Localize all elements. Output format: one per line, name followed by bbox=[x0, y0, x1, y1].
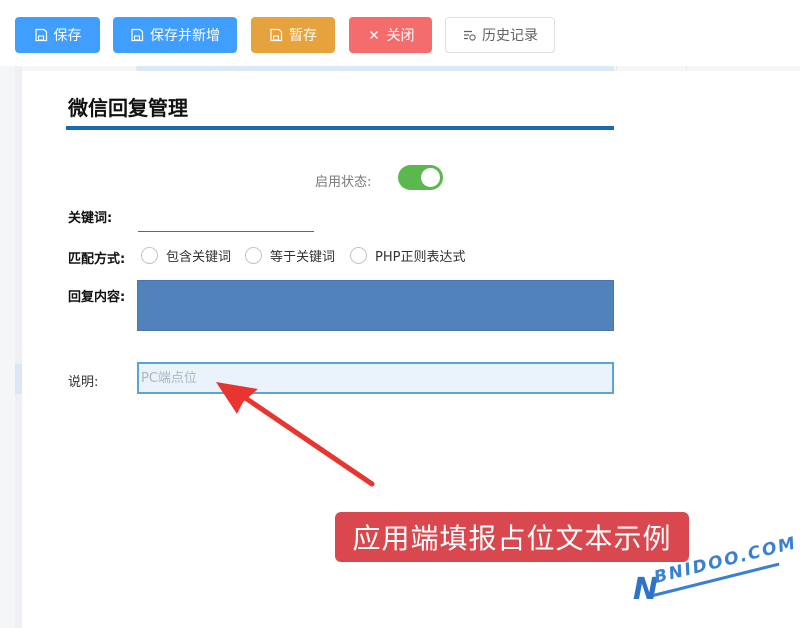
left-scroll-strip bbox=[15, 66, 22, 628]
keyword-label: 关键词: bbox=[68, 211, 113, 226]
description-input[interactable] bbox=[137, 362, 614, 394]
app-window: 保存 保存并新增 暂存 关闭 历史记录 微信回复管理 启用状态: 关键词: 匹配… bbox=[0, 0, 800, 628]
description-label: 说明: bbox=[68, 375, 99, 390]
save-and-new-button[interactable]: 保存并新增 bbox=[113, 17, 237, 53]
save-button-label: 保存 bbox=[53, 28, 82, 44]
draft-button[interactable]: 暂存 bbox=[251, 17, 335, 53]
match-option-label: 包含关键词 bbox=[166, 249, 232, 265]
history-button[interactable]: 历史记录 bbox=[445, 17, 555, 53]
toggle-knob bbox=[421, 168, 440, 187]
status-label: 启用状态: bbox=[315, 175, 372, 190]
close-icon bbox=[369, 31, 378, 39]
match-option-equals[interactable]: 等于关键词 bbox=[245, 246, 336, 265]
reply-label: 回复内容: bbox=[68, 290, 126, 305]
title-underline bbox=[66, 126, 614, 130]
page-title: 微信回复管理 bbox=[68, 96, 188, 120]
save-icon bbox=[34, 28, 47, 42]
status-toggle[interactable] bbox=[398, 165, 443, 190]
save-button[interactable]: 保存 bbox=[15, 17, 100, 53]
close-button[interactable]: 关闭 bbox=[349, 17, 432, 53]
radio-circle bbox=[350, 246, 367, 264]
match-option-regex[interactable]: PHP正则表达式 bbox=[350, 246, 466, 265]
match-option-label: 等于关键词 bbox=[270, 249, 336, 265]
save-icon bbox=[131, 28, 144, 42]
save-icon bbox=[270, 28, 283, 42]
toolbar: 保存 保存并新增 暂存 关闭 历史记录 bbox=[0, 0, 800, 66]
left-scroll-marker bbox=[15, 364, 22, 394]
match-option-contains[interactable]: 包含关键词 bbox=[141, 246, 232, 265]
close-button-label: 关闭 bbox=[386, 28, 415, 44]
reply-content-editor[interactable] bbox=[137, 280, 614, 331]
match-label: 匹配方式: bbox=[68, 252, 126, 267]
watermark-logo: N BNIDOO.COM bbox=[633, 533, 799, 610]
keyword-input[interactable] bbox=[138, 210, 314, 232]
radio-circle bbox=[245, 246, 262, 264]
radio-circle bbox=[141, 246, 158, 264]
draft-button-label: 暂存 bbox=[289, 28, 317, 44]
annotation-caption: 应用端填报占位文本示例 bbox=[335, 512, 689, 562]
save-and-new-button-label: 保存并新增 bbox=[150, 28, 220, 44]
history-button-label: 历史记录 bbox=[482, 28, 538, 44]
history-icon bbox=[464, 30, 476, 41]
match-option-label: PHP正则表达式 bbox=[375, 249, 466, 265]
